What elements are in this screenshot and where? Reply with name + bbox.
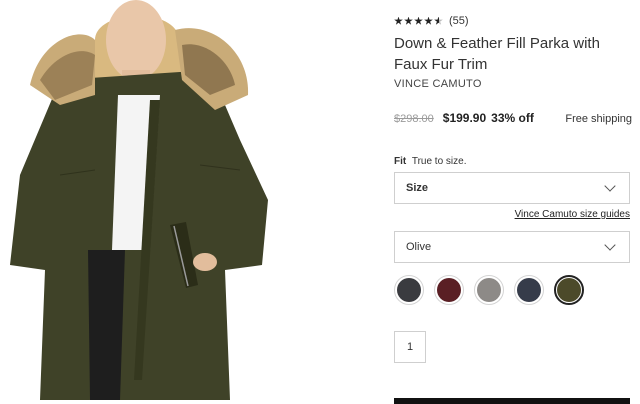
shipping-info: Free shipping <box>565 113 632 125</box>
swatch-fill <box>517 278 541 302</box>
swatch-black[interactable] <box>394 275 424 305</box>
swatch-fill <box>557 278 581 302</box>
swatch-burgundy[interactable] <box>434 275 464 305</box>
swatch-fill <box>437 278 461 302</box>
half-star-icon <box>434 16 443 25</box>
product-image[interactable] <box>0 0 300 404</box>
star-icon <box>424 16 433 25</box>
face-shape <box>106 0 166 80</box>
chevron-down-icon <box>604 179 616 192</box>
rating[interactable]: (55) <box>394 15 469 27</box>
fit-label: Fit <box>394 156 407 167</box>
color-select-value: Olive <box>406 241 432 253</box>
swatch-olive[interactable] <box>554 275 584 305</box>
swatch-fill <box>477 278 501 302</box>
swatch-navy[interactable] <box>514 275 544 305</box>
parka-photo <box>10 0 268 400</box>
color-swatches <box>394 275 584 305</box>
quantity-select[interactable]: 1 <box>394 331 426 363</box>
chevron-down-icon <box>604 238 616 251</box>
fit-note: True to size. <box>411 156 467 167</box>
discount-label: 33% off <box>491 111 534 125</box>
product-title: Down & Feather Fill Parka with Faux Fur … <box>394 35 600 73</box>
sale-price: $199.90 <box>442 111 487 125</box>
size-select-label: Size <box>406 182 429 194</box>
add-to-bag-button[interactable] <box>394 398 630 404</box>
swatch-grey[interactable] <box>474 275 504 305</box>
size-select[interactable]: Size <box>394 172 630 204</box>
color-select[interactable]: Olive <box>394 231 630 263</box>
hand-shape <box>193 253 217 271</box>
size-guide-link[interactable]: Vince Camuto size guides <box>515 209 630 220</box>
rating-count[interactable]: (55) <box>449 15 469 27</box>
star-icon <box>414 16 423 25</box>
star-icon <box>404 16 413 25</box>
fit-info: Fit True to size. <box>394 156 466 167</box>
star-icon <box>394 16 403 25</box>
legs-shape <box>88 250 125 400</box>
star-rating-icon <box>394 16 443 26</box>
original-price: $298.00 <box>394 113 434 125</box>
swatch-fill <box>397 278 421 302</box>
price-row: $298.00 $199.90 33% off Free shipping <box>394 111 634 125</box>
brand-name[interactable]: VINCE CAMUTO <box>394 78 482 90</box>
